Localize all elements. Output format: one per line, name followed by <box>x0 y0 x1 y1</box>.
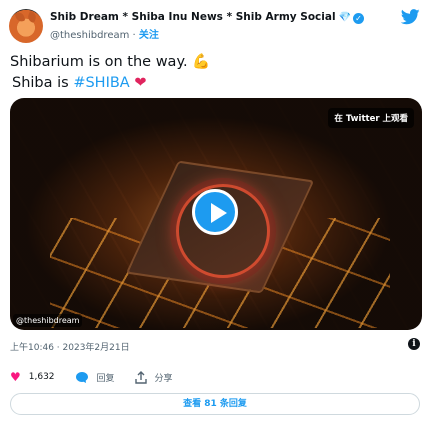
share-label: 分享 <box>154 373 173 384</box>
avatar-ear <box>14 10 26 24</box>
follow-button[interactable]: 关注 <box>139 30 159 41</box>
tweet-timestamp[interactable]: 上午10:46 · 2023年2月21日 <box>10 340 130 353</box>
tweet-text: Shibarium is on the way. 💪 Shiba is #SHI… <box>10 52 210 94</box>
share-icon <box>134 370 147 384</box>
twitter-bird-icon[interactable] <box>401 9 420 25</box>
separator: · <box>129 30 139 41</box>
handle[interactable]: @theshibdream <box>50 30 129 41</box>
video-player[interactable]: 在 Twitter 上观看 @theshibdream <box>10 98 422 330</box>
like-button[interactable]: ♥ 1,632 <box>10 370 55 384</box>
watch-on-twitter-button[interactable]: 在 Twitter 上观看 <box>328 108 414 128</box>
play-button[interactable] <box>192 189 238 235</box>
tweet-line-1: Shibarium is on the way. 💪 <box>10 54 211 70</box>
reply-icon <box>75 371 88 383</box>
avatar[interactable] <box>9 9 43 43</box>
like-count: 1,632 <box>28 372 55 382</box>
view-replies-button[interactable]: 查看 81 条回复 <box>10 393 420 415</box>
share-button[interactable]: 分享 <box>134 370 173 384</box>
flexed-biceps-emoji: 💪 <box>192 54 211 70</box>
hashtag-link[interactable]: #SHIBA <box>73 75 129 91</box>
heart-emoji: ❤ <box>134 75 147 91</box>
diamond-icon: 💎 <box>338 12 352 23</box>
play-icon <box>211 203 227 223</box>
display-name[interactable]: Shib Dream * Shiba Inu News * Shib Army … <box>50 11 336 23</box>
action-bar: ♥ 1,632 回复 分享 <box>10 369 193 385</box>
author-name-row[interactable]: Shib Dream * Shiba Inu News * Shib Army … <box>50 11 365 24</box>
avatar-ear <box>26 10 38 24</box>
tweet-line-2: Shiba is #SHIBA ❤ <box>12 75 147 91</box>
info-icon[interactable]: i <box>408 338 420 350</box>
video-watermark: @theshibdream <box>13 314 83 327</box>
heart-icon: ♥ <box>10 370 21 384</box>
reply-button[interactable]: 回复 <box>75 371 115 384</box>
handle-row: @theshibdream · 关注 <box>50 26 159 41</box>
reply-label: 回复 <box>96 373 115 384</box>
verified-badge-icon: ✓ <box>353 13 365 24</box>
